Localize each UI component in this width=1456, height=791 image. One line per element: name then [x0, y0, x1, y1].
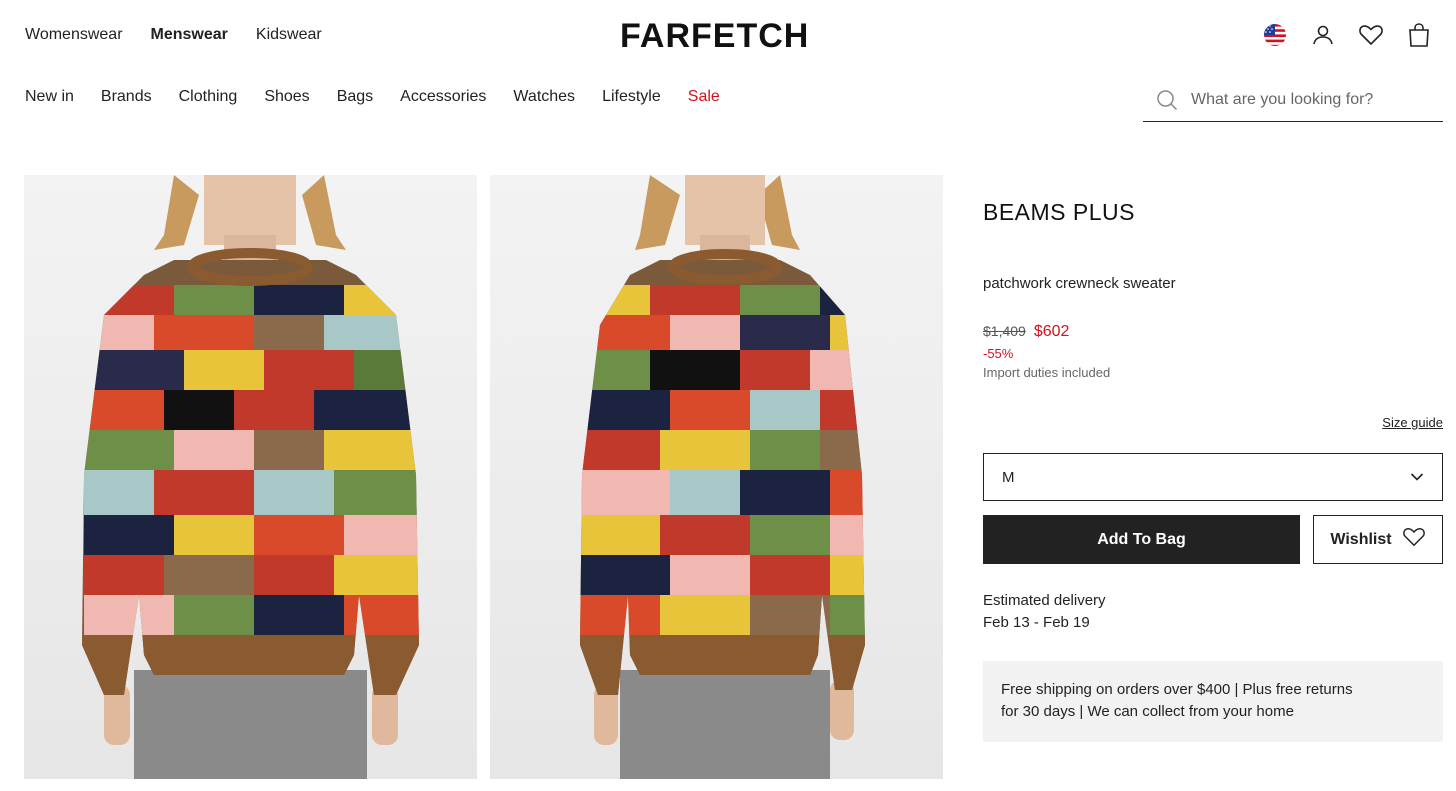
shipping-info-box: Free shipping on orders over $400 | Plus…: [983, 661, 1443, 742]
nav-womenswear[interactable]: Womenswear: [25, 25, 123, 45]
chevron-down-icon: [1410, 469, 1424, 486]
nav-menswear[interactable]: Menswear: [151, 25, 228, 45]
search-icon[interactable]: [1147, 89, 1187, 111]
shipping-line-2: for 30 days | We can collect from your h…: [1001, 703, 1294, 720]
nav-watches[interactable]: Watches: [513, 86, 575, 108]
product-image-side[interactable]: [490, 175, 943, 779]
nav-clothing[interactable]: Clothing: [179, 86, 238, 108]
us-flag-icon[interactable]: [1262, 20, 1288, 50]
selected-size: M: [1002, 468, 1015, 486]
wishlist-button[interactable]: Wishlist: [1313, 515, 1443, 564]
nav-shoes[interactable]: Shoes: [264, 86, 309, 108]
add-to-bag-button[interactable]: Add To Bag: [983, 515, 1300, 564]
sale-price: $602: [1033, 323, 1070, 340]
farfetch-logo[interactable]: FARFETCH: [620, 16, 809, 56]
product-brand[interactable]: BEAMS PLUS: [983, 199, 1135, 226]
duties-note: Import duties included: [983, 365, 1111, 380]
size-dropdown[interactable]: M: [983, 453, 1443, 501]
shipping-line-1: Free shipping on orders over $400 | Plus…: [1001, 681, 1353, 698]
original-price: $1,409: [983, 323, 1026, 339]
top-bar: Womenswear Menswear Kidswear FARFETCH: [0, 0, 1456, 70]
nav-sale[interactable]: Sale: [688, 86, 720, 108]
nav-kidswear[interactable]: Kidswear: [256, 25, 322, 45]
shopping-bag-icon[interactable]: [1406, 20, 1432, 50]
header-actions: [1262, 20, 1432, 50]
product-image-front[interactable]: [24, 175, 477, 779]
product-name: patchwork crewneck sweater: [983, 275, 1176, 292]
search-bar: [1143, 78, 1443, 122]
delivery-label: Estimated delivery: [983, 592, 1106, 609]
gender-nav: Womenswear Menswear Kidswear: [25, 25, 322, 45]
price-row: $1,409 $602: [983, 323, 1069, 341]
heart-icon[interactable]: [1358, 20, 1384, 50]
nav-new-in[interactable]: New in: [25, 86, 74, 108]
nav-bags[interactable]: Bags: [337, 86, 373, 108]
heart-icon: [1402, 526, 1426, 553]
user-icon[interactable]: [1310, 20, 1336, 50]
delivery-dates: Feb 13 - Feb 19: [983, 614, 1090, 631]
nav-brands[interactable]: Brands: [101, 86, 152, 108]
discount-badge: -55%: [983, 346, 1014, 361]
wishlist-label: Wishlist: [1330, 530, 1392, 548]
category-nav: New in Brands Clothing Shoes Bags Access…: [25, 86, 720, 108]
search-input[interactable]: [1191, 90, 1441, 109]
nav-lifestyle[interactable]: Lifestyle: [602, 86, 661, 108]
size-guide-link[interactable]: Size guide: [1382, 415, 1443, 430]
nav-accessories[interactable]: Accessories: [400, 86, 486, 108]
